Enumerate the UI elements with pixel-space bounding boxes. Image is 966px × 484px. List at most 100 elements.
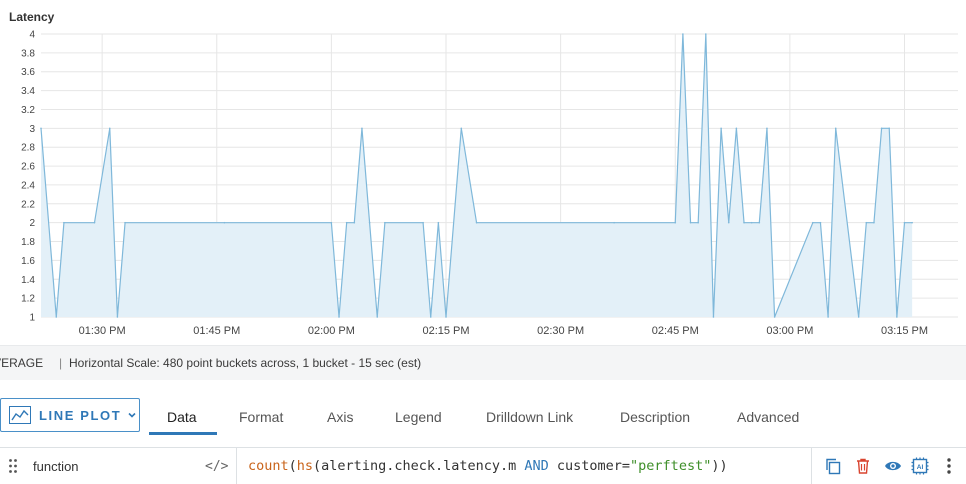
data-point [682,33,684,35]
plot-type-label: LINE PLOT [39,407,122,423]
data-point [750,221,753,224]
series-area-fill [41,34,913,317]
data-point [330,221,333,224]
eye-icon[interactable] [884,457,902,475]
query-value: "perftest" [630,458,712,474]
data-point [689,221,692,224]
y-tick-label: 3.8 [21,48,35,59]
data-point [735,127,738,130]
data-point [697,221,699,224]
y-tick-label: 2 [29,218,35,229]
y-tick-label: 2.8 [21,143,35,154]
data-point [674,221,677,224]
chevron-down-icon [128,412,136,418]
line-plot-icon [9,406,31,424]
data-point [880,127,883,130]
y-tick-label: 4 [29,30,35,41]
data-point [865,221,868,224]
drag-handle-icon[interactable] [8,458,18,474]
latency-chart: 1 1.2 1.4 1.6 1.8 2 2.2 2.4 2.6 2.8 3 3.2 3.4 3.6 3.8 4… [21,30,958,337]
x-tick-label: 03:00 PM [766,325,813,337]
data-point [857,316,860,318]
data-point [888,127,891,130]
chart-title: Latency [9,10,55,24]
data-point [361,127,363,130]
data-point [712,316,715,318]
x-tick-label: 03:15 PM [881,325,928,337]
chart-panel: 1 1.2 1.4 1.6 1.8 2 2.2 2.4 2.6 2.8 3 3.2 3.4 3.6 3.8 4… [0,0,966,345]
data-point [384,221,386,224]
tab-advanced[interactable]: Advanced [737,409,799,425]
data-point [429,316,432,318]
data-point [475,221,478,224]
query-editor[interactable]: count(hs(alerting.check.latency.m AND cu… [248,458,728,474]
tab-drilldown-link[interactable]: Drilldown Link [486,409,573,425]
code-toggle-button[interactable]: </> [205,459,228,474]
data-point [903,221,906,224]
data-point [812,221,814,224]
svg-text:AI: AI [917,464,924,471]
data-point [376,316,379,318]
data-point [124,221,126,224]
x-tick-label: 02:30 PM [537,325,584,337]
delete-icon[interactable] [854,457,872,475]
query-operator-and: AND [524,458,549,474]
y-tick-label: 3.6 [21,67,35,78]
data-point [911,221,913,224]
data-point [705,33,707,35]
data-point [108,127,111,130]
data-point [437,221,440,224]
query-key: customer= [548,458,631,474]
x-tick-label: 01:45 PM [193,325,240,337]
y-tick-label: 3.4 [21,86,35,97]
data-point [223,221,226,224]
query-type-selector[interactable]: function [33,459,79,474]
y-tick-label: 3 [29,124,35,135]
y-tick-label: 1.8 [21,237,35,248]
summary-separator: | [59,356,63,370]
data-point [834,127,837,130]
copy-icon[interactable] [824,457,842,475]
tab-format[interactable]: Format [239,409,283,425]
query-row: function </> count(hs(alerting.check.lat… [0,447,966,484]
data-point [727,221,730,224]
y-tick-label: 2.6 [21,162,35,173]
data-point [766,127,768,130]
divider [236,448,237,484]
data-point [819,221,822,224]
tab-description[interactable]: Description [620,409,690,425]
data-point [773,316,776,318]
x-tick-label: 02:45 PM [652,325,699,337]
data-point [896,316,898,318]
data-point [613,221,615,224]
query-metric: (alerting.check.latency.m [313,458,525,474]
ai-icon[interactable]: AI [911,457,929,475]
data-point [116,316,119,318]
data-point [368,221,371,224]
more-vertical-icon[interactable] [940,457,958,475]
y-tick-label: 1.4 [21,275,35,286]
x-tick-label: 01:30 PM [79,325,126,337]
aggregation-label: AVERAGE [0,356,44,370]
data-point [873,221,875,224]
data-point [345,221,348,224]
y-tick-label: 1.2 [21,294,35,305]
summary-bar: AVERAGE | Horizontal Scale: 480 point bu… [0,345,966,380]
active-tab-indicator [149,432,217,435]
query-paren: ( [288,458,297,474]
data-point [338,316,340,318]
editor-tab-row: LINE PLOT Data Format Axis Legend Drilld… [0,390,966,436]
tab-data[interactable]: Data [167,409,197,425]
tab-legend[interactable]: Legend [395,409,442,425]
x-tick-label: 02:15 PM [422,325,469,337]
data-point [93,221,96,224]
data-point [743,221,745,224]
plot-type-button[interactable]: LINE PLOT [0,398,140,432]
query-close: )) [711,458,728,474]
data-point [445,316,447,318]
data-point [63,221,65,224]
y-tick-label: 2.2 [21,199,35,210]
y-tick-label: 2.4 [21,180,35,191]
tab-axis[interactable]: Axis [327,409,353,425]
query-fn-count: count [248,458,289,474]
